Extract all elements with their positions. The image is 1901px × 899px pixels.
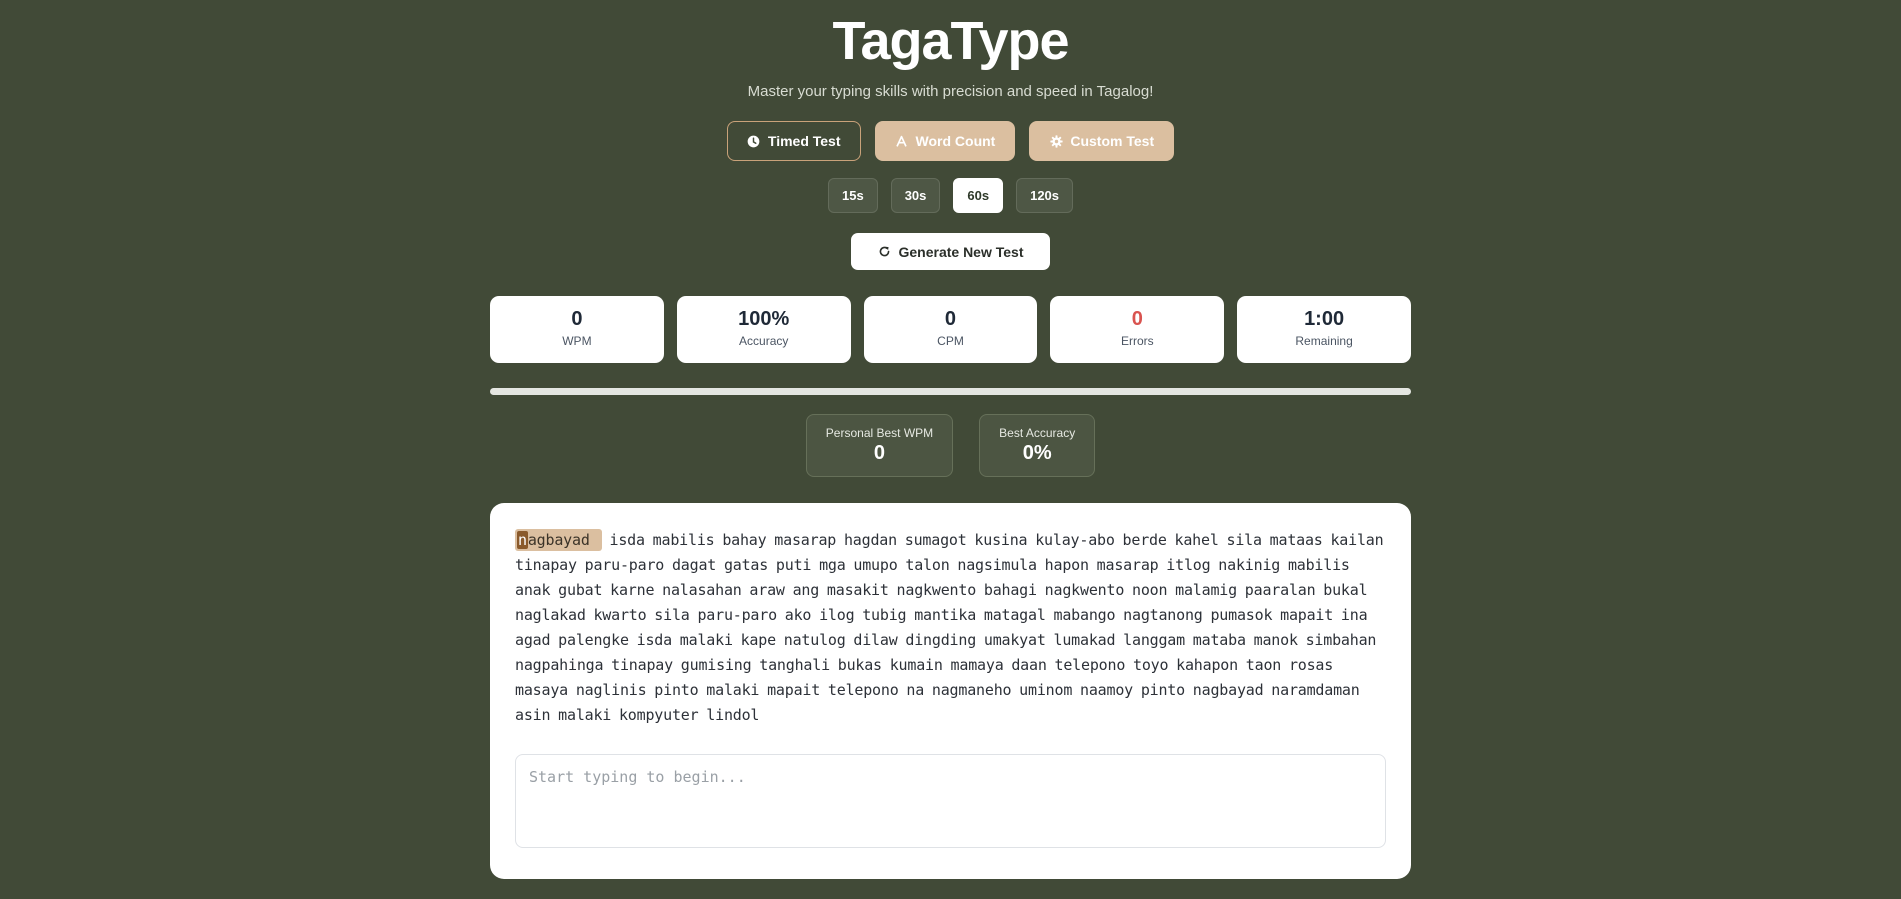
cursor-character: n: [517, 531, 528, 549]
duration-selector: 15s 30s 60s 120s: [490, 178, 1411, 213]
app-subtitle: Master your typing skills with precision…: [747, 83, 1154, 100]
remaining-label: Remaining: [1295, 334, 1353, 348]
accuracy-value: 100%: [738, 308, 790, 330]
best-wpm-value: 0: [873, 442, 886, 464]
clock-icon: [747, 134, 761, 148]
refresh-icon: [877, 245, 891, 259]
current-word: nagbayad: [515, 529, 602, 551]
app-title: TagaType: [832, 11, 1069, 71]
cpm-label: CPM: [937, 334, 964, 348]
progress-bar: [490, 388, 1411, 395]
best-accuracy-value: 0%: [1022, 442, 1052, 464]
remaining-card: 1:00 Remaining: [1237, 296, 1411, 363]
duration-60s-button[interactable]: 60s: [953, 178, 1004, 213]
best-wpm-label: Personal Best WPM: [825, 426, 934, 440]
mode-selector: Timed Test Word Count Custom Test: [490, 121, 1411, 161]
generate-new-test-label: Generate New Test: [898, 243, 1024, 260]
duration-120s-button[interactable]: 120s: [1016, 178, 1074, 213]
custom-test-button[interactable]: Custom Test: [1029, 121, 1175, 161]
errors-label: Errors: [1120, 334, 1154, 348]
timed-test-button[interactable]: Timed Test: [726, 121, 861, 161]
word-count-label: Word Count: [915, 133, 996, 149]
errors-card: 0 Errors: [1050, 296, 1225, 363]
best-accuracy-label: Best Accuracy: [999, 426, 1076, 440]
errors-value: 0: [1131, 308, 1143, 330]
accuracy-card: 100% Accuracy: [676, 296, 851, 363]
word-count-button[interactable]: Word Count: [874, 121, 1016, 161]
best-wpm-card: Personal Best WPM 0: [805, 414, 954, 477]
duration-15s-button[interactable]: 15s: [827, 178, 878, 213]
personal-bests: Personal Best WPM 0 Best Accuracy 0%: [490, 414, 1411, 477]
duration-30s-button[interactable]: 30s: [890, 178, 941, 213]
upcoming-words: isda mabilis bahay masarap hagdan sumago…: [515, 531, 1384, 724]
test-text: nagbayad isda mabilis bahay masarap hagd…: [515, 528, 1386, 728]
stats-row: 0 WPM 100% Accuracy 0 CPM 0 Errors 1:00 …: [490, 296, 1411, 363]
wpm-card: 0 WPM: [490, 296, 664, 363]
gear-icon: [1049, 134, 1063, 148]
best-accuracy-card: Best Accuracy 0%: [979, 414, 1096, 477]
generate-new-test-button[interactable]: Generate New Test: [851, 233, 1050, 270]
cpm-value: 0: [944, 308, 957, 330]
current-word-rest: agbayad: [527, 531, 590, 549]
app-container: TagaType Master your typing skills with …: [490, 0, 1411, 879]
typing-card: nagbayad isda mabilis bahay masarap hagd…: [490, 503, 1411, 879]
cpm-card: 0 CPM: [863, 296, 1038, 363]
remaining-value: 1:00: [1304, 308, 1345, 330]
accuracy-label: Accuracy: [739, 334, 789, 348]
custom-test-label: Custom Test: [1070, 133, 1155, 149]
letter-a-icon: [895, 134, 909, 148]
generate-row: Generate New Test: [490, 233, 1411, 270]
typing-input[interactable]: [515, 754, 1386, 848]
wpm-value: 0: [571, 308, 583, 330]
wpm-label: WPM: [562, 334, 592, 348]
timed-test-label: Timed Test: [767, 133, 841, 149]
header: TagaType Master your typing skills with …: [490, 0, 1411, 101]
